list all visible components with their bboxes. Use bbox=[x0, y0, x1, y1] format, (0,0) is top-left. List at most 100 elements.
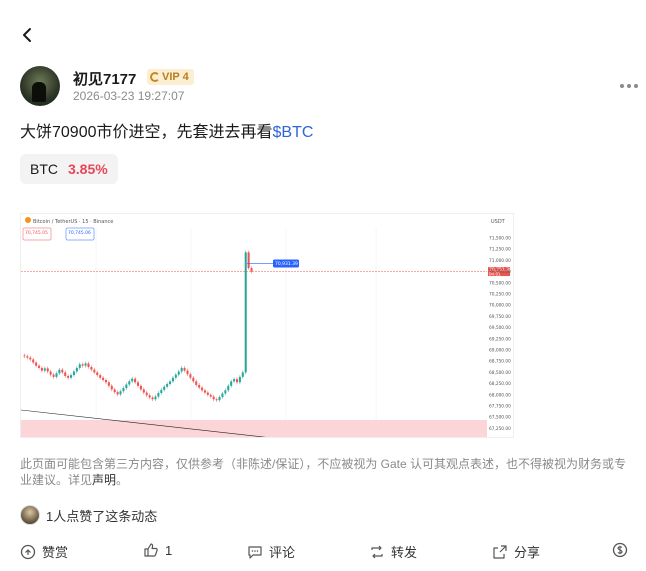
more-dots-icon bbox=[620, 84, 624, 88]
chart-image[interactable]: Bitcoin / TetherUS · 15 · Binance USDT 7… bbox=[20, 213, 514, 438]
candle-body bbox=[49, 371, 52, 375]
candle-body bbox=[189, 374, 192, 378]
comment-button[interactable]: 评论 bbox=[247, 542, 295, 561]
candle-body bbox=[35, 362, 38, 366]
candle-body bbox=[96, 372, 99, 376]
candle-body bbox=[195, 381, 198, 385]
candle-body bbox=[113, 389, 116, 393]
candle-body bbox=[58, 369, 61, 374]
candle-body bbox=[244, 252, 247, 373]
post-content: 大饼70900市价进空，先套进去再看$BTC bbox=[20, 118, 313, 142]
candle-body bbox=[241, 372, 244, 377]
candle-body bbox=[160, 389, 163, 394]
coin-change: 3.85% bbox=[68, 161, 108, 177]
price-tick-label: 69,500.00 bbox=[489, 325, 511, 331]
dollar-tip-button[interactable] bbox=[612, 542, 628, 558]
repost-icon bbox=[371, 545, 383, 558]
candle-body bbox=[32, 359, 35, 363]
candle-body bbox=[235, 379, 239, 383]
candle-body bbox=[26, 356, 29, 358]
candle-body bbox=[84, 363, 87, 366]
candle-body bbox=[224, 390, 227, 394]
candle-body bbox=[183, 367, 186, 371]
candle-body bbox=[119, 391, 122, 395]
candle-body bbox=[166, 384, 169, 387]
like-button[interactable]: 1 bbox=[143, 542, 172, 558]
candle-body bbox=[75, 367, 78, 372]
candle-body bbox=[233, 379, 236, 382]
btc-logo-icon bbox=[25, 217, 31, 223]
candle-body bbox=[81, 364, 84, 366]
candle-body bbox=[136, 382, 140, 386]
like-count: 1 bbox=[165, 542, 173, 558]
price-tick-label: 68,000.00 bbox=[489, 392, 511, 398]
vip-icon bbox=[150, 72, 160, 82]
disclaimer-link[interactable]: 声明 bbox=[92, 473, 116, 487]
repost-button[interactable]: 转发 bbox=[369, 542, 417, 561]
candle-body bbox=[163, 386, 166, 390]
author-name[interactable]: 初见7177 bbox=[73, 68, 136, 89]
price-tick-label: 67,250.00 bbox=[489, 426, 511, 432]
candle-body bbox=[104, 380, 107, 383]
candle-body bbox=[67, 375, 70, 378]
candle-body bbox=[174, 374, 177, 378]
price-tick-label: 68,500.00 bbox=[489, 370, 511, 376]
candle-body bbox=[238, 376, 241, 383]
candle-body bbox=[116, 392, 119, 395]
tip-button[interactable]: 赞赏 bbox=[20, 542, 68, 561]
vip-badge: VIP 4 bbox=[147, 69, 194, 85]
marker-price-label: 70,931.39 bbox=[275, 261, 298, 267]
candle-body bbox=[203, 390, 206, 393]
candle-body bbox=[128, 381, 131, 385]
coin-ticker-card[interactable]: BTC 3.85% bbox=[20, 154, 118, 184]
price-chart: Bitcoin / TetherUS · 15 · Binance USDT 7… bbox=[21, 214, 513, 437]
chart-currency: USDT bbox=[491, 219, 506, 225]
candle-body bbox=[134, 378, 137, 383]
price-tick-label: 70,750.00 bbox=[489, 269, 511, 275]
candle-body bbox=[218, 397, 221, 401]
candle-body bbox=[40, 367, 43, 371]
candle-body bbox=[212, 396, 215, 400]
candle-body bbox=[192, 377, 195, 382]
repost-label: 转发 bbox=[391, 545, 418, 560]
price-tick-label: 70,250.00 bbox=[489, 292, 511, 298]
coin-tag-link[interactable]: $BTC bbox=[273, 124, 314, 141]
price-tick-label: 68,250.00 bbox=[489, 381, 511, 387]
candle-body bbox=[169, 381, 172, 385]
more-options-button[interactable] bbox=[620, 80, 642, 92]
candle-body bbox=[201, 387, 204, 391]
likers-row[interactable]: 1人点赞了这条动态 bbox=[20, 505, 157, 525]
candle-body bbox=[52, 374, 55, 377]
candle-body bbox=[177, 371, 180, 375]
share-button[interactable]: 分享 bbox=[492, 542, 540, 561]
post-text: 大饼70900市价进空，先套进去再看 bbox=[20, 124, 273, 141]
candle-body bbox=[29, 357, 32, 360]
candle-body bbox=[64, 372, 67, 376]
price-tick-label: 69,250.00 bbox=[489, 336, 511, 342]
avatar[interactable] bbox=[20, 66, 60, 106]
candle-body bbox=[198, 384, 201, 388]
price-tick-label: 69,750.00 bbox=[489, 314, 511, 320]
candle-body bbox=[145, 392, 148, 396]
candle-body bbox=[90, 367, 93, 370]
chart-header: Bitcoin / TetherUS · 15 · Binance bbox=[33, 219, 113, 225]
candle-body bbox=[125, 384, 128, 389]
coin-symbol: BTC bbox=[30, 161, 58, 177]
liker-avatar bbox=[20, 505, 40, 525]
candle-body bbox=[139, 385, 142, 390]
candle-body bbox=[180, 367, 183, 372]
thumbs-up-icon bbox=[144, 543, 158, 557]
comment-label: 评论 bbox=[269, 545, 296, 560]
candle-body bbox=[93, 369, 96, 373]
candle-body bbox=[78, 364, 81, 368]
back-button[interactable] bbox=[16, 24, 38, 46]
candle-body bbox=[43, 368, 46, 371]
candle-body bbox=[70, 375, 73, 378]
candle-body bbox=[142, 389, 145, 393]
price-tick-label: 68,750.00 bbox=[489, 359, 511, 365]
price-tick-label: 69,000.00 bbox=[489, 348, 511, 354]
action-bar: 赞赏 1 评论 转发 分享 bbox=[0, 540, 646, 566]
post-timestamp: 2026-03-23 19:27:07 bbox=[73, 89, 185, 103]
candle-body bbox=[230, 381, 233, 386]
quote-sell: 70,745.05 bbox=[25, 230, 48, 236]
